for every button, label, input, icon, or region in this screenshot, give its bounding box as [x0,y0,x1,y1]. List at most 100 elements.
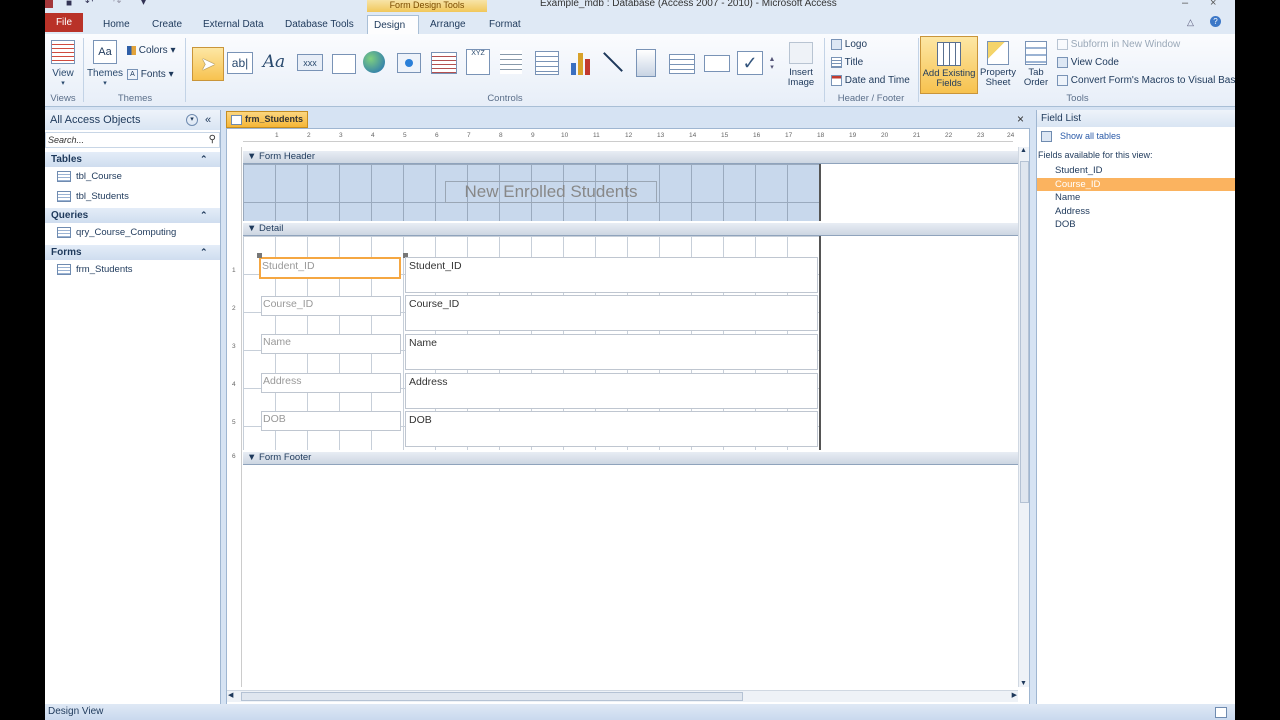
address-textbox[interactable]: Address [405,373,818,409]
navigation-control-button[interactable] [431,52,457,74]
combo-box-button[interactable] [535,51,559,75]
nav-menu-icon[interactable]: ▾ [186,114,198,126]
design-view-icon[interactable] [1215,707,1227,718]
dob-label[interactable]: DOB [261,411,401,431]
save-icon[interactable]: ■ [66,0,72,9]
tab-database-tools[interactable]: Database Tools [279,15,360,34]
search-icon[interactable]: ⚲ [209,133,216,147]
table-icon [57,191,71,202]
section-title: Queries [51,210,89,221]
selection-handle[interactable] [257,253,262,258]
nav-search-input[interactable]: Search... ⚲ [45,132,220,148]
tab-format[interactable]: Format [483,15,527,34]
document-tab-frm-students[interactable]: frm_Students [226,111,308,128]
subform-new-window-button[interactable]: Subform in New Window [1057,39,1180,50]
nav-section-forms[interactable]: Forms ⌃ [45,245,220,260]
dob-textbox[interactable]: DOB [405,411,818,447]
tab-design[interactable]: Design [367,15,419,35]
course-id-label[interactable]: Course_ID [261,296,401,316]
logo-button[interactable]: Logo [831,39,867,50]
vertical-ruler: 1 2 3 4 5 6 [227,147,242,687]
undo-icon[interactable]: ↶ [85,0,93,8]
address-label[interactable]: Address [261,373,401,393]
controls-gallery-scroll[interactable]: ▲ ▾ [767,38,777,88]
field-list-item[interactable]: Student_ID [1037,164,1235,177]
toggle-button-control[interactable] [636,49,656,77]
tab-order-button[interactable]: Tab Order [1019,36,1053,92]
chart-control-button[interactable] [567,49,593,75]
convert-macros-button[interactable]: Convert Form's Macros to Visual Basic [1057,75,1235,86]
collapse-icon[interactable]: ⌃ [200,245,208,260]
shutter-bar-icon[interactable]: « [205,110,211,130]
ribbon-minimize-icon[interactable]: △ [1187,17,1194,28]
button-control-button[interactable]: xxx [297,54,323,71]
nav-pane-header[interactable]: All Access Objects ▾ « [45,110,220,130]
view-code-button[interactable]: View Code [1057,57,1119,68]
date-time-button[interactable]: Date and Time [831,75,910,86]
colors-button[interactable]: Colors ▾ [127,45,176,56]
horizontal-scrollbar[interactable]: ◀ ▶ [227,690,1018,702]
field-list-item-selected[interactable]: Course_ID [1037,178,1235,191]
close-window-icon[interactable]: × [1210,0,1216,9]
list-box-button[interactable] [669,54,695,74]
show-all-tables-link[interactable]: Show all tables [1041,131,1121,143]
student-id-label[interactable]: Student_ID [259,257,401,279]
scroll-right-icon[interactable]: ▶ [1012,691,1017,699]
redo-icon[interactable]: ↷ [113,0,121,8]
web-browser-control-button[interactable] [397,53,421,73]
nav-item-tbl-course[interactable]: tbl_Course [57,171,122,182]
name-label[interactable]: Name [261,334,401,354]
customize-qat-icon[interactable]: ▾ [141,0,146,8]
vertical-scroll-thumb[interactable] [1020,161,1029,503]
minimize-icon[interactable]: – [1182,0,1188,9]
field-list-item[interactable]: DOB [1037,218,1235,231]
line-control-button[interactable] [600,50,626,74]
course-id-textbox[interactable]: Course_ID [405,295,818,331]
form-footer-bar[interactable]: ▼ Form Footer [243,452,1018,465]
hyperlink-control-button[interactable] [362,50,386,74]
nav-section-queries[interactable]: Queries ⌃ [45,208,220,223]
tab-create[interactable]: Create [146,15,188,34]
scroll-left-icon[interactable]: ◀ [228,691,233,699]
form-header-bar[interactable]: ▼ Form Header [243,151,1018,164]
themes-button[interactable]: Aa Themes ▾ [87,38,123,88]
tab-control-button[interactable] [332,54,356,74]
label-control-button[interactable]: Aa [260,51,288,73]
property-sheet-button[interactable]: Property Sheet [978,36,1018,92]
detail-bar[interactable]: ▼ Detail [243,223,1018,236]
nav-item-tbl-students[interactable]: tbl_Students [57,191,129,202]
tab-file[interactable]: File [45,13,83,32]
horizontal-scroll-thumb[interactable] [241,692,743,701]
tab-external-data[interactable]: External Data [197,15,270,34]
collapse-icon[interactable]: ⌃ [200,208,208,223]
name-textbox[interactable]: Name [405,334,818,370]
detail-grid[interactable]: Student_ID Student_ID Course_ID Course_I… [243,236,821,450]
add-existing-fields-button[interactable]: Add Existing Fields [920,36,978,94]
tab-home[interactable]: Home [97,15,136,34]
select-tool-button[interactable]: ➤ [192,47,224,81]
close-document-icon[interactable]: × [1017,112,1024,126]
help-icon[interactable]: ? [1210,16,1221,27]
fonts-button[interactable]: A Fonts ▾ [127,69,174,80]
tab-arrange[interactable]: Arrange [424,15,472,34]
form-title-label[interactable]: New Enrolled Students [445,181,657,203]
page-break-button[interactable] [500,50,522,74]
collapse-icon[interactable]: ⌃ [200,152,208,167]
vertical-scrollbar[interactable]: ▲ ▼ [1018,147,1029,687]
rectangle-control-button[interactable] [704,55,730,72]
nav-item-frm-students[interactable]: frm_Students [57,264,133,275]
option-group-button[interactable]: XYZ [466,49,490,75]
field-list-item[interactable]: Address [1037,205,1235,218]
scroll-up-icon[interactable]: ▲ [1020,147,1027,154]
insert-image-button[interactable]: Insert Image [782,38,820,92]
field-list-item[interactable]: Name [1037,191,1235,204]
textbox-control-button[interactable]: ab| [227,52,253,74]
form-header-grid[interactable]: New Enrolled Students [243,164,821,221]
nav-item-qry-course-computing[interactable]: qry_Course_Computing [57,227,176,238]
student-id-textbox[interactable]: Student_ID [405,257,818,293]
check-box-button[interactable]: ✓ [737,51,763,75]
nav-section-tables[interactable]: Tables ⌃ [45,152,220,167]
scroll-down-icon[interactable]: ▼ [1020,680,1027,687]
view-button[interactable]: View ▾ [48,38,78,88]
title-button[interactable]: Title [831,57,863,68]
